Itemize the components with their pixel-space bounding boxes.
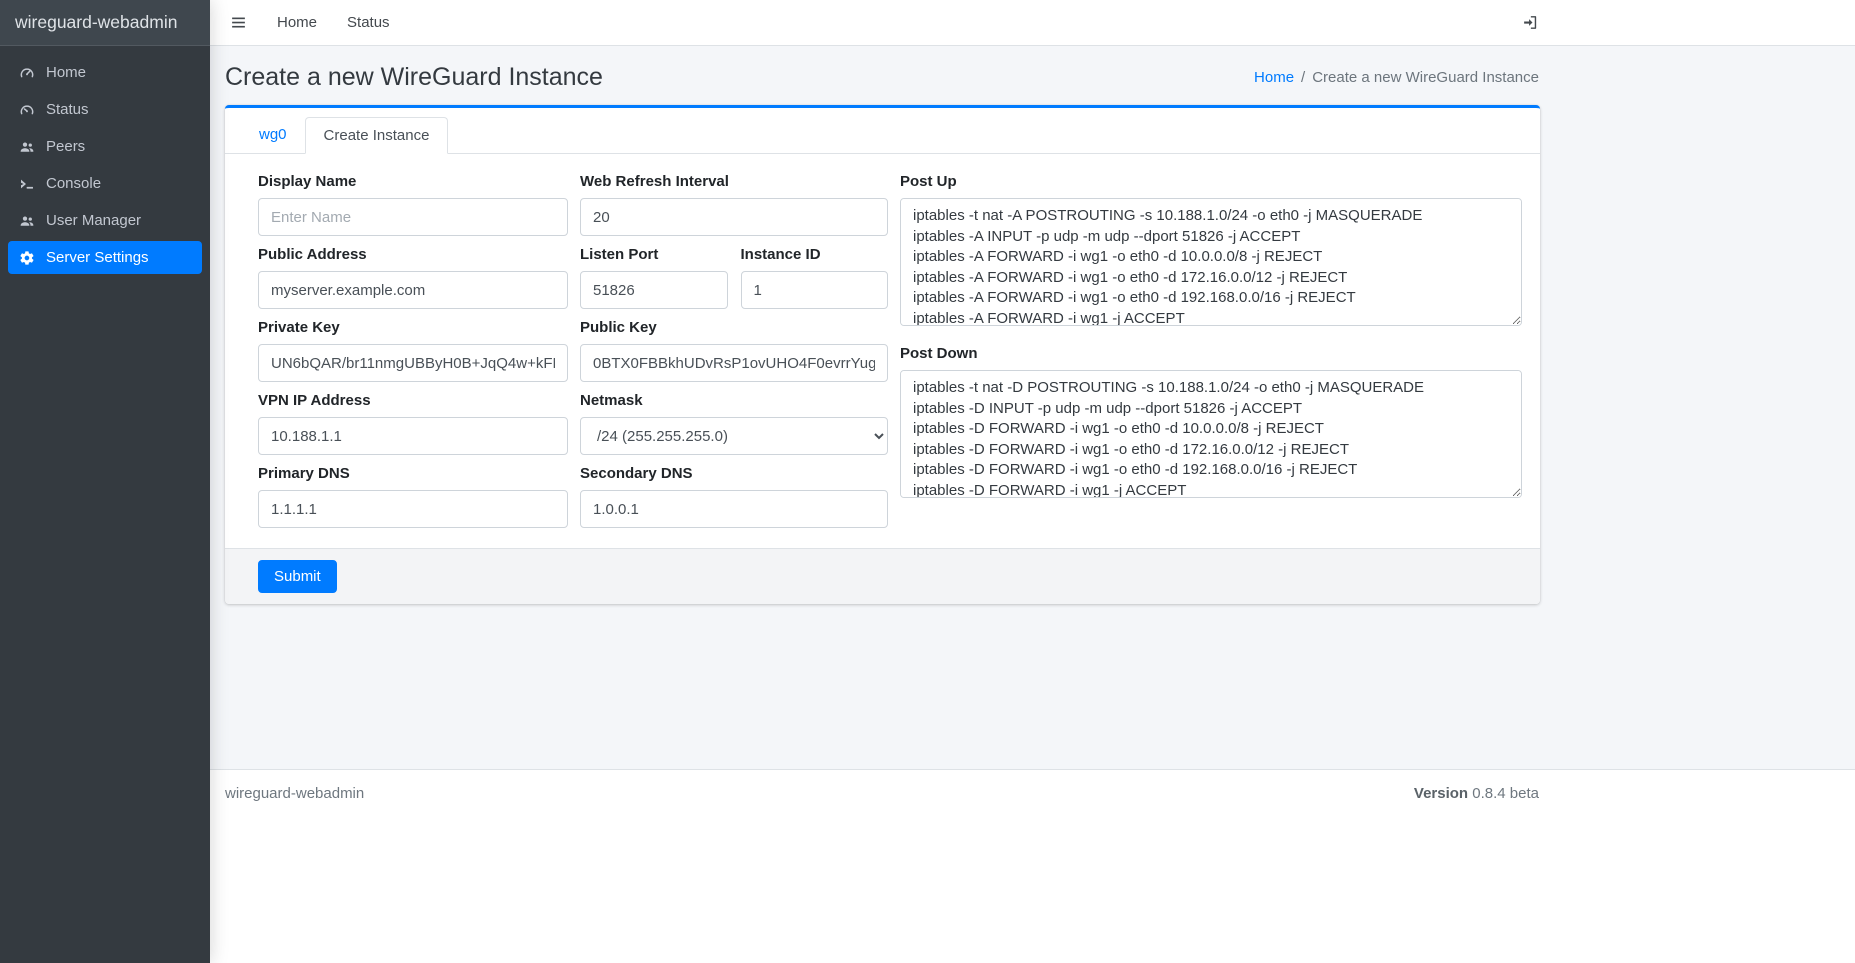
field-public-key: Public Key bbox=[580, 319, 888, 382]
sidebar-item-label: Status bbox=[46, 101, 89, 118]
instance-id-label: Instance ID bbox=[741, 246, 889, 264]
sidebar-nav: Home Status Peers Console User Manager bbox=[0, 46, 210, 284]
sidebar-item-label: Peers bbox=[46, 138, 85, 155]
main-area: Home Status Create a new WireGuard Insta… bbox=[210, 0, 1855, 963]
field-primary-dns: Primary DNS bbox=[258, 465, 568, 528]
user-group-icon bbox=[16, 213, 37, 229]
form-column-middle: Web Refresh Interval Listen Port Instanc… bbox=[580, 173, 888, 538]
sidebar: wireguard-webadmin Home Status Peers Con… bbox=[0, 0, 210, 963]
netmask-label: Netmask bbox=[580, 392, 888, 410]
instance-form: Display Name Public Address Private Key bbox=[225, 154, 1540, 548]
field-instance-id: Instance ID bbox=[741, 246, 889, 309]
breadcrumb-current: Create a new WireGuard Instance bbox=[1312, 69, 1539, 86]
secondary-dns-label: Secondary DNS bbox=[580, 465, 888, 483]
sidebar-item-label: Console bbox=[46, 175, 101, 192]
page-title: Create a new WireGuard Instance bbox=[225, 63, 603, 92]
tab-create-instance[interactable]: Create Instance bbox=[305, 117, 449, 154]
breadcrumb-home-link[interactable]: Home bbox=[1254, 69, 1294, 86]
sidebar-item-status[interactable]: Status bbox=[8, 93, 202, 126]
sidebar-item-label: Home bbox=[46, 64, 86, 81]
instance-id-input[interactable] bbox=[741, 271, 889, 309]
card-footer: Submit bbox=[225, 548, 1540, 604]
sidebar-item-home[interactable]: Home bbox=[8, 56, 202, 89]
card-tabs-header: wg0 Create Instance bbox=[225, 108, 1540, 154]
footer-version-label: Version bbox=[1414, 785, 1468, 802]
post-down-textarea[interactable]: iptables -t nat -D POSTROUTING -s 10.188… bbox=[900, 370, 1522, 498]
tab-wg0[interactable]: wg0 bbox=[241, 117, 305, 154]
tachometer-icon bbox=[16, 65, 37, 81]
hamburger-menu-button[interactable] bbox=[230, 14, 247, 31]
gears-icon bbox=[16, 250, 37, 266]
web-refresh-interval-input[interactable] bbox=[580, 198, 888, 236]
gauge-icon bbox=[16, 102, 37, 118]
post-up-textarea[interactable]: iptables -t nat -A POSTROUTING -s 10.188… bbox=[900, 198, 1522, 326]
vpn-ip-address-input[interactable] bbox=[258, 417, 568, 455]
logout-button[interactable] bbox=[1522, 14, 1539, 31]
listen-port-label: Listen Port bbox=[580, 246, 728, 264]
public-address-input[interactable] bbox=[258, 271, 568, 309]
secondary-dns-input[interactable] bbox=[580, 490, 888, 528]
users-icon bbox=[16, 139, 37, 155]
footer-version-value: 0.8.4 beta bbox=[1472, 785, 1539, 802]
display-name-input[interactable] bbox=[258, 198, 568, 236]
netmask-select[interactable]: /24 (255.255.255.0) bbox=[580, 417, 888, 455]
page-footer: wireguard-webadmin Version 0.8.4 beta bbox=[210, 769, 1855, 963]
listen-port-input[interactable] bbox=[580, 271, 728, 309]
primary-dns-label: Primary DNS bbox=[258, 465, 568, 483]
field-post-up: Post Up iptables -t nat -A POSTROUTING -… bbox=[900, 173, 1522, 330]
post-up-label: Post Up bbox=[900, 173, 1522, 191]
sidebar-item-label: Server Settings bbox=[46, 249, 149, 266]
display-name-label: Display Name bbox=[258, 173, 568, 191]
form-column-left: Display Name Public Address Private Key bbox=[258, 173, 568, 538]
vpn-ip-address-label: VPN IP Address bbox=[258, 392, 568, 410]
sidebar-item-console[interactable]: Console bbox=[8, 167, 202, 200]
navbar-link-home[interactable]: Home bbox=[277, 14, 317, 31]
instance-card: wg0 Create Instance Display Name Public … bbox=[225, 105, 1540, 604]
sidebar-item-server-settings[interactable]: Server Settings bbox=[8, 241, 202, 274]
private-key-label: Private Key bbox=[258, 319, 568, 337]
field-public-address: Public Address bbox=[258, 246, 568, 309]
web-refresh-interval-label: Web Refresh Interval bbox=[580, 173, 888, 191]
field-vpn-ip-address: VPN IP Address bbox=[258, 392, 568, 455]
footer-version: Version 0.8.4 beta bbox=[1414, 785, 1539, 802]
public-key-input[interactable] bbox=[580, 344, 888, 382]
brand-link[interactable]: wireguard-webadmin bbox=[0, 0, 210, 46]
breadcrumb-separator: / bbox=[1301, 69, 1305, 86]
hamburger-icon bbox=[230, 14, 247, 31]
field-private-key: Private Key bbox=[258, 319, 568, 382]
private-key-input[interactable] bbox=[258, 344, 568, 382]
field-secondary-dns: Secondary DNS bbox=[580, 465, 888, 528]
footer-app-name: wireguard-webadmin bbox=[225, 785, 364, 802]
content-header: Create a new WireGuard Instance Home / C… bbox=[210, 46, 1855, 105]
sidebar-item-label: User Manager bbox=[46, 212, 141, 229]
post-down-label: Post Down bbox=[900, 345, 1522, 363]
primary-dns-input[interactable] bbox=[258, 490, 568, 528]
sidebar-item-user-manager[interactable]: User Manager bbox=[8, 204, 202, 237]
top-navbar: Home Status bbox=[210, 0, 1855, 46]
field-post-down: Post Down iptables -t nat -D POSTROUTING… bbox=[900, 345, 1522, 502]
form-column-right: Post Up iptables -t nat -A POSTROUTING -… bbox=[900, 173, 1522, 538]
public-key-label: Public Key bbox=[580, 319, 888, 337]
navbar-link-status[interactable]: Status bbox=[347, 14, 390, 31]
instance-tabs: wg0 Create Instance bbox=[241, 117, 1524, 154]
field-display-name: Display Name bbox=[258, 173, 568, 236]
breadcrumb: Home / Create a new WireGuard Instance bbox=[1254, 69, 1539, 86]
public-address-label: Public Address bbox=[258, 246, 568, 264]
terminal-icon bbox=[16, 176, 37, 192]
submit-button[interactable]: Submit bbox=[258, 560, 337, 593]
content: wg0 Create Instance Display Name Public … bbox=[210, 105, 1855, 769]
field-netmask: Netmask /24 (255.255.255.0) bbox=[580, 392, 888, 455]
field-web-refresh-interval: Web Refresh Interval bbox=[580, 173, 888, 236]
sidebar-item-peers[interactable]: Peers bbox=[8, 130, 202, 163]
field-listen-port: Listen Port bbox=[580, 246, 728, 309]
sign-out-icon bbox=[1522, 14, 1539, 31]
